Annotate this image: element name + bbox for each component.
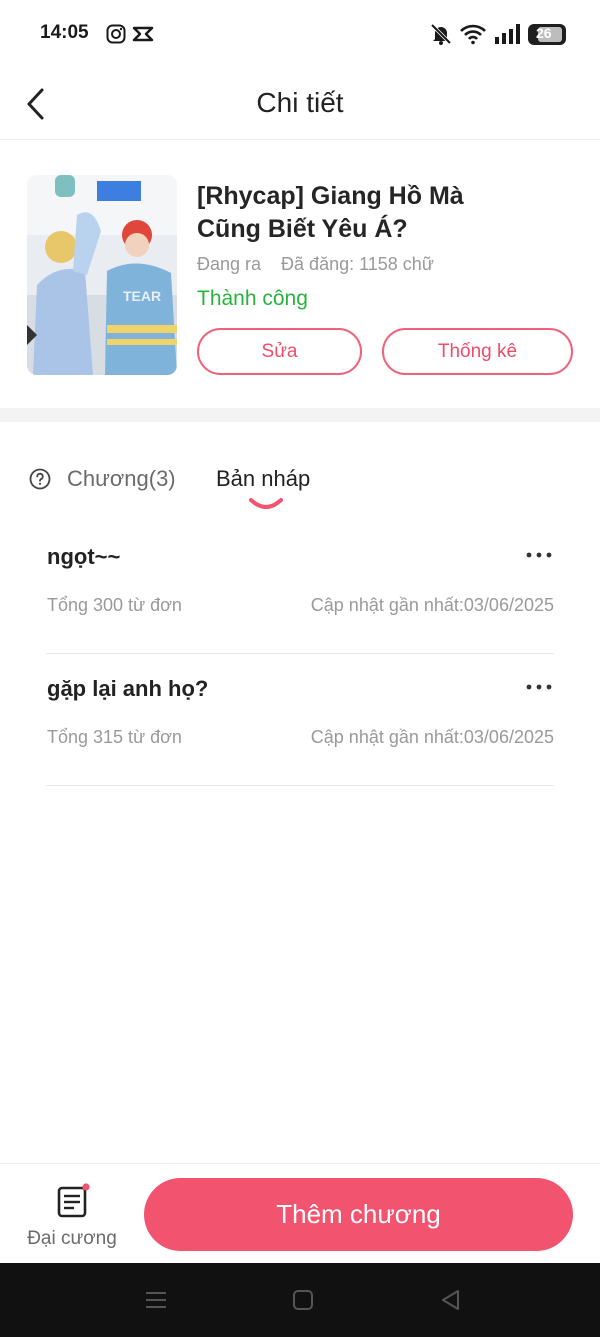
- svg-text:TEAR: TEAR: [123, 288, 161, 304]
- book-meta: Đang ra Đã đăng: 1158 chữ: [197, 254, 434, 275]
- battery-level: 26: [536, 25, 552, 41]
- outline-button[interactable]: Đại cương: [20, 1178, 124, 1256]
- draft-word-count: Tổng 315 từ đơn: [47, 727, 182, 747]
- book-cover-image[interactable]: TEAR: [27, 175, 177, 375]
- draft-list: ngọt~~ Tổng 300 từ đơn Cập nhật gần nhất…: [46, 522, 554, 786]
- bottom-action-bar: Đại cương Thêm chương: [0, 1163, 600, 1263]
- wifi-icon: [460, 24, 486, 45]
- active-tab-indicator: [249, 498, 283, 509]
- help-icon[interactable]: [29, 468, 51, 490]
- home-icon[interactable]: [290, 1287, 316, 1313]
- book-state: Đang ra: [197, 254, 262, 274]
- review-status: Thành công: [197, 287, 308, 310]
- draft-updated-date: Cập nhật gần nhất:03/06/2025: [310, 727, 554, 747]
- notification-dot: [82, 1183, 90, 1191]
- signal-icon: [495, 24, 520, 44]
- edit-button[interactable]: Sửa: [197, 328, 362, 375]
- system-nav-bar: [0, 1263, 600, 1337]
- tab-drafts[interactable]: Bản nháp: [216, 466, 310, 492]
- app-header: Chi tiết: [0, 68, 600, 140]
- outline-label: Đại cương: [27, 1228, 117, 1249]
- section-divider: [0, 408, 600, 422]
- tab-chapters[interactable]: Chương(3): [67, 466, 176, 492]
- tab-bar: Chương(3) Bản nháp: [0, 422, 600, 522]
- book-published-count: Đã đăng: 1158 chữ: [281, 254, 434, 274]
- instagram-icon: [106, 24, 126, 44]
- status-time: 14:05: [40, 22, 89, 43]
- capcut-icon: [132, 26, 154, 42]
- book-title: [Rhycap] Giang Hồ Mà Cũng Biết Yêu Á?: [197, 182, 464, 243]
- more-options-icon[interactable]: [524, 544, 554, 566]
- draft-updated-date: Cập nhật gần nhất:03/06/2025: [310, 595, 554, 615]
- draft-title: ngọt~~: [47, 544, 121, 569]
- more-options-icon[interactable]: [524, 676, 554, 698]
- draft-title: gặp lại anh họ?: [47, 676, 209, 701]
- status-bar: 14:05 26: [0, 0, 600, 68]
- page-title: Chi tiết: [256, 87, 344, 118]
- statistics-button[interactable]: Thống kê: [382, 328, 573, 375]
- menu-icon[interactable]: [143, 1287, 169, 1313]
- list-item[interactable]: ngọt~~ Tổng 300 từ đơn Cập nhật gần nhất…: [46, 522, 554, 654]
- add-chapter-button[interactable]: Thêm chương: [144, 1178, 573, 1251]
- list-item[interactable]: gặp lại anh họ? Tổng 315 từ đơn Cập nhật…: [46, 654, 554, 786]
- battery-icon: 26: [528, 24, 566, 45]
- draft-word-count: Tổng 300 từ đơn: [47, 595, 182, 615]
- document-icon: [57, 1183, 90, 1218]
- back-nav-icon[interactable]: [438, 1287, 464, 1313]
- book-card: TEAR [Rhycap] Giang Hồ Mà Cũng Biết Yêu …: [0, 140, 600, 408]
- bell-off-icon: [430, 23, 452, 45]
